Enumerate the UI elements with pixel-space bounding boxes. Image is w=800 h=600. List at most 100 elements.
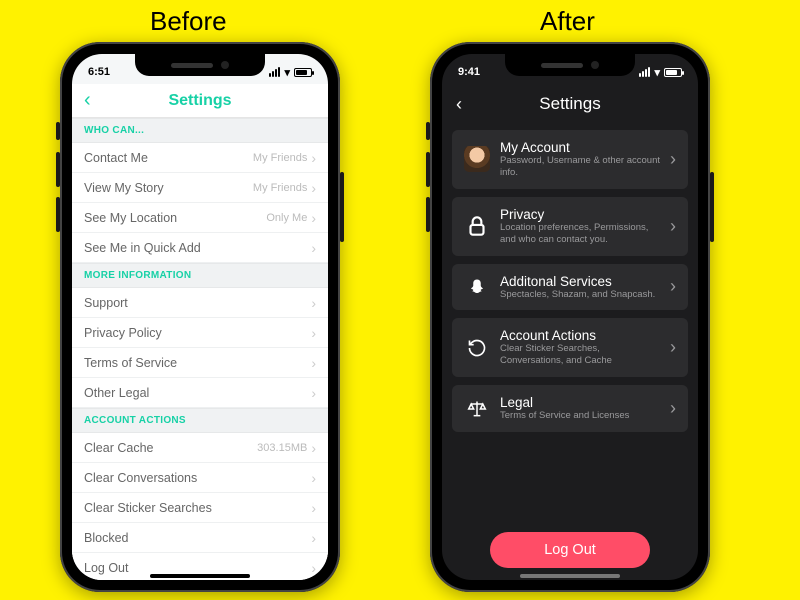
- chevron-right-icon: ›: [311, 355, 316, 371]
- notch: [135, 54, 265, 76]
- chevron-right-icon: ›: [670, 337, 676, 358]
- wifi-icon: ▾: [654, 66, 660, 79]
- row-my-account[interactable]: My Account Password, Username & other ac…: [452, 130, 688, 189]
- back-button[interactable]: ‹: [456, 94, 462, 115]
- row-privacy[interactable]: Privacy Location preferences, Permission…: [452, 197, 688, 256]
- caption-after: After: [540, 6, 595, 37]
- row-label: Other Legal: [84, 386, 149, 400]
- row-value: My Friends: [253, 182, 307, 194]
- battery-icon: [294, 68, 312, 77]
- row-subtitle: Spectacles, Shazam, and Snapcash.: [500, 289, 660, 301]
- section-header-who-can: WHO CAN...: [72, 118, 328, 143]
- chevron-right-icon: ›: [311, 150, 316, 166]
- row-blocked[interactable]: Blocked ›: [72, 523, 328, 553]
- row-subtitle: Password, Username & other account info.: [500, 155, 660, 179]
- signal-icon: [269, 67, 280, 77]
- row-label: Contact Me: [84, 151, 148, 165]
- chevron-right-icon: ›: [311, 385, 316, 401]
- row-label: View My Story: [84, 181, 164, 195]
- chevron-right-icon: ›: [311, 325, 316, 341]
- chevron-right-icon: ›: [670, 216, 676, 237]
- chevron-right-icon: ›: [311, 240, 316, 256]
- status-time: 6:51: [88, 66, 110, 78]
- row-label: Terms of Service: [84, 356, 177, 370]
- home-indicator: [520, 574, 620, 578]
- notch: [505, 54, 635, 76]
- avatar-icon: [464, 146, 490, 172]
- scales-icon: [464, 396, 490, 422]
- row-clear-sticker-searches[interactable]: Clear Sticker Searches ›: [72, 493, 328, 523]
- row-privacy-policy[interactable]: Privacy Policy ›: [72, 318, 328, 348]
- row-clear-conversations[interactable]: Clear Conversations ›: [72, 463, 328, 493]
- row-additional-services[interactable]: Additonal Services Spectacles, Shazam, a…: [452, 264, 688, 311]
- home-indicator: [150, 574, 250, 578]
- row-label: Clear Cache: [84, 441, 153, 455]
- status-time: 9:41: [458, 66, 480, 78]
- chevron-right-icon: ›: [311, 180, 316, 196]
- row-other-legal[interactable]: Other Legal ›: [72, 378, 328, 408]
- chevron-right-icon: ›: [311, 530, 316, 546]
- row-support[interactable]: Support ›: [72, 288, 328, 318]
- row-subtitle: Clear Sticker Searches, Conversations, a…: [500, 343, 660, 367]
- settings-list: My Account Password, Username & other ac…: [452, 130, 688, 432]
- row-account-actions[interactable]: Account Actions Clear Sticker Searches, …: [452, 318, 688, 377]
- row-title: Account Actions: [500, 328, 660, 343]
- section-header-account-actions: ACCOUNT ACTIONS: [72, 408, 328, 433]
- caption-before: Before: [150, 6, 227, 37]
- row-value: 303.15MB: [257, 442, 307, 454]
- logout-button[interactable]: Log Out: [490, 532, 650, 568]
- row-legal[interactable]: Legal Terms of Service and Licenses ›: [452, 385, 688, 432]
- row-view-my-story[interactable]: View My Story My Friends ›: [72, 173, 328, 203]
- row-subtitle: Location preferences, Permissions, and w…: [500, 222, 660, 246]
- screen-after: 9:41 ▾ ‹ Settings My Account Password, U…: [442, 54, 698, 580]
- battery-icon: [664, 68, 682, 77]
- screen-before: 6:51 ▾ ‹ Settings WHO CAN... Contact Me …: [72, 54, 328, 580]
- chevron-right-icon: ›: [311, 295, 316, 311]
- mute-switch: [426, 122, 430, 140]
- chevron-right-icon: ›: [311, 440, 316, 456]
- volume-down-button: [56, 197, 60, 232]
- phone-before: 6:51 ▾ ‹ Settings WHO CAN... Contact Me …: [60, 42, 340, 592]
- row-clear-cache[interactable]: Clear Cache 303.15MB ›: [72, 433, 328, 463]
- chevron-right-icon: ›: [311, 560, 316, 576]
- row-label: See Me in Quick Add: [84, 241, 201, 255]
- row-title: Legal: [500, 395, 660, 410]
- page-title: Settings: [539, 94, 600, 114]
- row-value: My Friends: [253, 152, 307, 164]
- wifi-icon: ▾: [284, 66, 290, 79]
- row-title: My Account: [500, 140, 660, 155]
- row-contact-me[interactable]: Contact Me My Friends ›: [72, 143, 328, 173]
- volume-up-button: [426, 152, 430, 187]
- power-button: [710, 172, 714, 242]
- ghost-icon: [464, 274, 490, 300]
- power-button: [340, 172, 344, 242]
- row-label: Blocked: [84, 531, 128, 545]
- row-value: Only Me: [266, 212, 307, 224]
- phone-after: 9:41 ▾ ‹ Settings My Account Password, U…: [430, 42, 710, 592]
- row-label: Support: [84, 296, 128, 310]
- back-button[interactable]: ‹: [84, 89, 91, 112]
- row-label: Clear Sticker Searches: [84, 501, 212, 515]
- chevron-right-icon: ›: [311, 210, 316, 226]
- header: ‹ Settings: [72, 84, 328, 118]
- row-title: Privacy: [500, 207, 660, 222]
- lock-icon: [464, 213, 490, 239]
- reload-icon: [464, 335, 490, 361]
- row-label: Privacy Policy: [84, 326, 162, 340]
- row-see-my-location[interactable]: See My Location Only Me ›: [72, 203, 328, 233]
- chevron-right-icon: ›: [311, 470, 316, 486]
- page-title: Settings: [168, 92, 231, 110]
- row-see-me-quick-add[interactable]: See Me in Quick Add ›: [72, 233, 328, 263]
- row-title: Additonal Services: [500, 274, 660, 289]
- settings-list[interactable]: WHO CAN... Contact Me My Friends › View M…: [72, 118, 328, 580]
- volume-down-button: [426, 197, 430, 232]
- row-label: Clear Conversations: [84, 471, 197, 485]
- row-label: See My Location: [84, 211, 177, 225]
- section-header-more-info: MORE INFORMATION: [72, 263, 328, 288]
- volume-up-button: [56, 152, 60, 187]
- row-terms[interactable]: Terms of Service ›: [72, 348, 328, 378]
- header: ‹ Settings: [442, 84, 698, 124]
- row-subtitle: Terms of Service and Licenses: [500, 410, 660, 422]
- chevron-right-icon: ›: [670, 398, 676, 419]
- signal-icon: [639, 67, 650, 77]
